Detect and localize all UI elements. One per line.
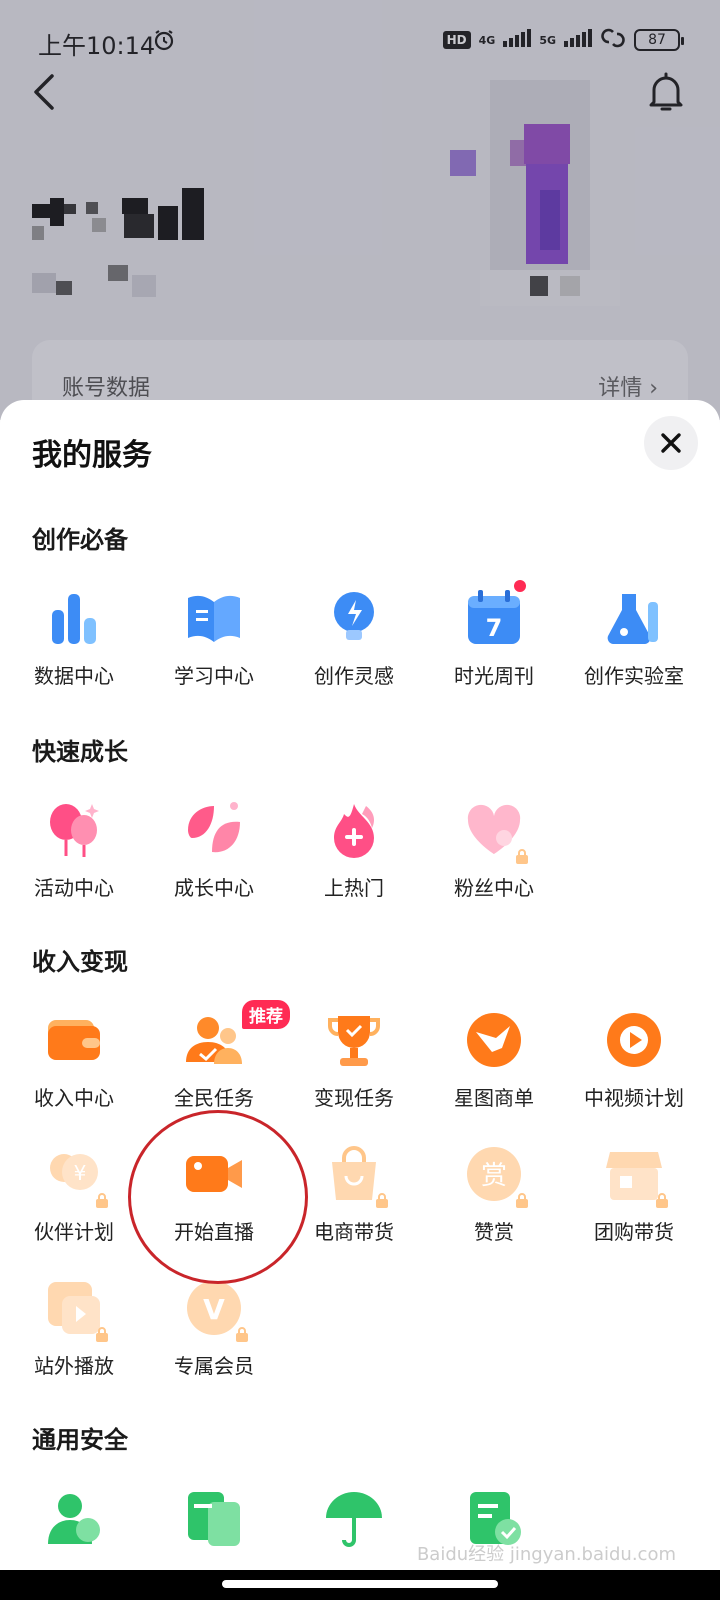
- service-star-map-orders[interactable]: 星图商单: [424, 1010, 564, 1120]
- service-label: 活动中心: [34, 876, 114, 900]
- service-external-playback[interactable]: 站外播放: [4, 1278, 144, 1388]
- lock-icon: [236, 1327, 248, 1342]
- bar-chart-icon: [44, 588, 104, 648]
- calendar-icon: 7: [464, 580, 526, 648]
- close-icon: [661, 433, 681, 453]
- service-creative-inspiration[interactable]: 创作灵感: [284, 588, 424, 698]
- leaf-icon: [184, 800, 244, 860]
- flask-icon: [604, 588, 664, 648]
- service-label: 时光周刊: [454, 664, 534, 688]
- service-reward[interactable]: 赏 赞赏: [424, 1144, 564, 1254]
- service-label: 变现任务: [314, 1086, 394, 1110]
- shopping-bag-icon: [324, 1144, 388, 1208]
- dim-overlay[interactable]: [0, 0, 720, 420]
- service-label: 伙伴计划: [34, 1220, 114, 1244]
- service-monetization-tasks[interactable]: 变现任务: [284, 1010, 424, 1120]
- service-income-center[interactable]: 收入中心: [4, 1010, 144, 1120]
- heart-icon: [464, 800, 528, 864]
- service-label: 创作灵感: [314, 664, 394, 688]
- svg-text:赏: 赏: [481, 1161, 507, 1191]
- umbrella-icon: [324, 1488, 384, 1548]
- svg-text:¥: ¥: [74, 1161, 87, 1185]
- service-label: 全民任务: [174, 1086, 254, 1110]
- service-label: 专属会员: [174, 1354, 254, 1378]
- lock-icon: [656, 1193, 668, 1208]
- services-sheet: 我的服务 创作必备 数据中心 学习中心 创作灵感 7 时光周刊 创作实验室 快速…: [0, 400, 720, 1600]
- balloon-icon: [44, 800, 104, 860]
- service-creative-lab[interactable]: 创作实验室: [564, 588, 704, 698]
- people-icon: [184, 1010, 244, 1070]
- notification-dot: [514, 580, 526, 592]
- document-icon: [184, 1488, 244, 1548]
- lock-icon: [96, 1327, 108, 1342]
- svg-text:7: 7: [486, 614, 503, 642]
- recommend-badge: 推荐: [242, 1000, 290, 1029]
- section-title-growth: 快速成长: [32, 738, 128, 766]
- reward-icon: 赏: [464, 1144, 528, 1208]
- lock-icon: [516, 1193, 528, 1208]
- flame-icon: [324, 800, 384, 860]
- star-map-icon: [464, 1010, 524, 1070]
- book-icon: [184, 588, 244, 648]
- service-label: 上热门: [324, 876, 384, 900]
- partner-icon: ¥: [44, 1144, 108, 1208]
- service-group-buying[interactable]: 团购带货: [564, 1144, 704, 1254]
- watermark-text: Baidu经验 jingyan.baidu.com: [416, 1544, 676, 1565]
- highlight-circle: [128, 1110, 308, 1284]
- service-label: 星图商单: [454, 1086, 534, 1110]
- section-title-security: 通用安全: [32, 1426, 128, 1454]
- service-label: 电商带货: [314, 1220, 394, 1244]
- checklist-icon: [464, 1488, 524, 1548]
- service-label: 成长中心: [174, 876, 254, 900]
- lock-icon: [516, 849, 528, 864]
- service-partner-plan[interactable]: ¥ 伙伴计划: [4, 1144, 144, 1254]
- service-fans-center[interactable]: 粉丝中心: [424, 800, 564, 910]
- trophy-icon: [324, 1010, 384, 1070]
- service-label: 赞赏: [474, 1220, 514, 1244]
- play-icon: [604, 1010, 664, 1070]
- section-title-monetization: 收入变现: [32, 948, 128, 976]
- service-trending[interactable]: 上热门: [284, 800, 424, 910]
- service-label: 创作实验室: [584, 664, 684, 688]
- external-play-icon: [44, 1278, 108, 1342]
- home-indicator[interactable]: [222, 1580, 498, 1588]
- service-label: 收入中心: [34, 1086, 114, 1110]
- service-label: 团购带货: [594, 1220, 674, 1244]
- service-data-center[interactable]: 数据中心: [4, 588, 144, 698]
- service-weekly-journal[interactable]: 7 时光周刊: [424, 580, 564, 698]
- person-shield-icon: [44, 1488, 104, 1548]
- service-learning-center[interactable]: 学习中心: [144, 588, 284, 698]
- service-universal-tasks[interactable]: 推荐 全民任务: [144, 1000, 290, 1120]
- close-button[interactable]: [644, 416, 698, 470]
- service-label: 数据中心: [34, 664, 114, 688]
- svg-text:V: V: [203, 1293, 225, 1326]
- lock-icon: [376, 1193, 388, 1208]
- lock-icon: [96, 1193, 108, 1208]
- vip-icon: V: [184, 1278, 248, 1342]
- store-icon: [604, 1144, 668, 1208]
- service-label: 中视频计划: [584, 1086, 684, 1110]
- service-growth-center[interactable]: 成长中心: [144, 800, 284, 910]
- lightbulb-icon: [324, 588, 384, 648]
- service-label: 站外播放: [34, 1354, 114, 1378]
- wallet-icon: [44, 1010, 104, 1070]
- service-exclusive-membership[interactable]: V 专属会员: [144, 1278, 284, 1388]
- service-activity-center[interactable]: 活动中心: [4, 800, 144, 910]
- service-label: 粉丝中心: [454, 876, 534, 900]
- sheet-title: 我的服务: [32, 438, 152, 473]
- service-mid-video-plan[interactable]: 中视频计划: [564, 1010, 704, 1120]
- section-title-creation: 创作必备: [32, 526, 128, 554]
- service-label: 学习中心: [174, 664, 254, 688]
